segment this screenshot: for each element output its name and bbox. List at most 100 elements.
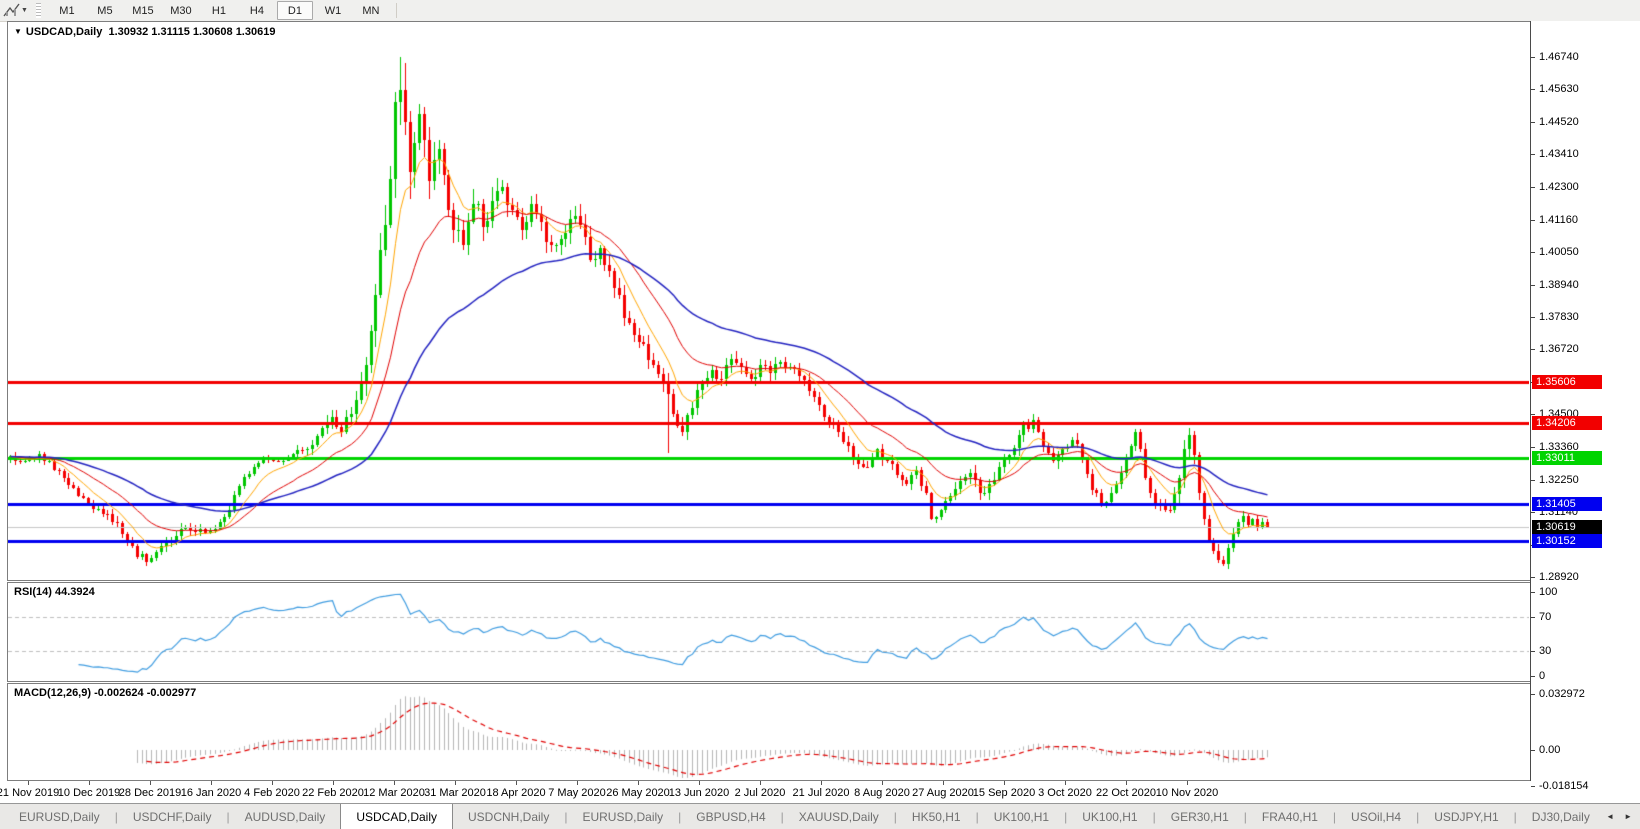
price-chart-canvas[interactable] [8, 22, 1529, 580]
axis-tick-mark [1531, 187, 1535, 188]
date-tick-mark [577, 781, 578, 785]
price-axis-tick: 1.32250 [1539, 474, 1579, 486]
tab-xauusd-daily[interactable]: XAUUSD,Daily [784, 804, 894, 829]
tab-usdjpy-h1[interactable]: USDJPY,H1 [1419, 804, 1513, 829]
tab-eurusd-daily[interactable]: EURUSD,Daily [4, 804, 115, 829]
tab-usdchf-daily[interactable]: USDCHF,Daily [118, 804, 227, 829]
price-axis-tick: 1.40050 [1539, 246, 1579, 258]
axis-tick-mark [1531, 317, 1535, 318]
tab-ger30-h1[interactable]: GER30,H1 [1156, 804, 1244, 829]
date-axis-label: 4 Feb 2020 [244, 787, 300, 799]
chart-title: ▼ USDCAD,Daily 1.30932 1.31115 1.30608 1.… [14, 26, 275, 38]
axis-tick-mark [1531, 617, 1535, 618]
tab-usdcnh-daily[interactable]: USDCNH,Daily [453, 804, 564, 829]
date-axis-label: 16 Jan 2020 [180, 787, 242, 799]
timeframe-button-h1[interactable]: H1 [201, 1, 237, 20]
tab-scroll-arrows: ◄ ► [1600, 804, 1640, 829]
rsi-value: 44.3924 [54, 586, 95, 598]
chart-tool-icon[interactable] [3, 3, 20, 18]
date-axis[interactable]: 21 Nov 2019 10 Dec 2019 28 Dec 2019 16 Jan … [0, 781, 1530, 803]
price-level-badge: 1.30152 [1532, 534, 1602, 548]
axis-tick-mark [1531, 349, 1535, 350]
timeframe-button-m5[interactable]: M5 [87, 1, 123, 20]
trading-platform-window: ▼ M1 M5 M15 M30 H1 H4 D1 W1 MN ▼ USDCAD,Daily 1.3… [0, 0, 1640, 829]
timeframe-button-m15[interactable]: M15 [125, 1, 161, 20]
axis-tick-mark [1531, 447, 1535, 448]
macd-chart-canvas[interactable] [8, 684, 1529, 780]
toolbar-separator [395, 3, 397, 18]
tab-fra40-h1[interactable]: FRA40,H1 [1247, 804, 1333, 829]
date-tick-mark [28, 781, 29, 785]
chart-ohlc-values: 1.30932 1.31115 1.30608 1.30619 [108, 26, 276, 38]
date-axis-label: 10 Nov 2020 [1155, 787, 1219, 799]
date-tick-mark [394, 781, 395, 785]
axis-tick-mark [1531, 750, 1535, 751]
axis-tick-mark [1531, 651, 1535, 652]
price-axis[interactable]: 1.46740 1.45630 1.44520 1.43410 1.42300 1.411… [1530, 21, 1640, 792]
date-tick-mark [150, 781, 151, 785]
date-axis-label: 12 Mar 2020 [363, 787, 425, 799]
tab-audusd-daily[interactable]: AUDUSD,Daily [230, 804, 341, 829]
date-axis-label: 15 Sep 2020 [972, 787, 1036, 799]
rsi-panel: RSI(14) 44.3924 [7, 582, 1530, 682]
chart-symbol-label: USDCAD,Daily [25, 26, 103, 38]
tab-scroll-left-icon[interactable]: ◄ [1606, 812, 1614, 821]
date-tick-mark [1187, 781, 1188, 785]
date-axis-label: 7 May 2020 [548, 787, 606, 799]
price-level-badge: 1.35606 [1532, 375, 1602, 389]
tab-usdcad-daily[interactable]: USDCAD,Daily [340, 804, 453, 829]
date-tick-mark [943, 781, 944, 785]
timeframe-button-m30[interactable]: M30 [163, 1, 199, 20]
date-tick-mark [760, 781, 761, 785]
date-axis-label: 27 Aug 2020 [912, 787, 974, 799]
macd-axis-tick: -0.018154 [1539, 780, 1589, 792]
timeframe-button-mn[interactable]: MN [353, 1, 389, 20]
date-tick-mark [516, 781, 517, 785]
rsi-axis-tick: 100 [1539, 586, 1558, 598]
date-tick-mark [821, 781, 822, 785]
tab-uk100-h1[interactable]: UK100,H1 [1067, 804, 1152, 829]
tab-usoil-h4[interactable]: USOil,H4 [1336, 804, 1416, 829]
timeframe-button-d1[interactable]: D1 [276, 1, 313, 20]
date-tick-mark [333, 781, 334, 785]
tab-hk50-h1[interactable]: HK50,H1 [897, 804, 976, 829]
date-axis-label: 22 Feb 2020 [302, 787, 364, 799]
toolbar-grip[interactable] [35, 3, 41, 18]
axis-tick-mark [1531, 252, 1535, 253]
collapse-triangle-icon[interactable]: ▼ [14, 27, 22, 36]
chart-tab-bar: EURUSD,Daily | USDCHF,Daily | AUDUSD,Daily US… [0, 803, 1640, 829]
price-axis-tick: 1.41160 [1539, 214, 1578, 226]
date-axis-label: 26 May 2020 [606, 787, 670, 799]
axis-tick-mark [1531, 786, 1535, 787]
timeframe-toolbar: ▼ M1 M5 M15 M30 H1 H4 D1 W1 MN [0, 0, 1640, 22]
tab-dj30-daily[interactable]: DJ30,Daily [1517, 804, 1605, 829]
date-tick-mark [1126, 781, 1127, 785]
rsi-label: RSI(14) 44.3924 [14, 586, 95, 598]
price-level-badge: 1.31405 [1532, 497, 1602, 511]
tab-gbpusd-h4[interactable]: GBPUSD,H4 [681, 804, 780, 829]
rsi-axis-tick: 70 [1539, 611, 1552, 623]
dropdown-caret-icon[interactable]: ▼ [21, 7, 28, 14]
date-tick-mark [455, 781, 456, 785]
rsi-axis-tick: 0 [1539, 670, 1546, 682]
price-axis-tick: 1.44520 [1539, 116, 1579, 128]
rsi-chart-canvas[interactable] [8, 583, 1529, 681]
axis-tick-mark [1531, 694, 1535, 695]
axis-tick-mark [1531, 414, 1535, 415]
timeframe-button-w1[interactable]: W1 [315, 1, 351, 20]
date-tick-mark [211, 781, 212, 785]
macd-axis-tick: 0.00 [1539, 744, 1561, 756]
price-axis-tick: 1.36720 [1539, 343, 1579, 355]
tab-eurusd-daily[interactable]: EURUSD,Daily [567, 804, 678, 829]
timeframe-button-h4[interactable]: H4 [239, 1, 275, 20]
timeframe-button-m1[interactable]: M1 [49, 1, 85, 20]
macd-label: MACD(12,26,9) -0.002624 -0.002977 [14, 687, 197, 699]
macd-axis-tick: 0.032972 [1539, 688, 1585, 700]
tab-uk100-h1[interactable]: UK100,H1 [979, 804, 1064, 829]
price-axis-tick: 1.43410 [1539, 148, 1579, 160]
date-tick-mark [89, 781, 90, 785]
tab-scroll-right-icon[interactable]: ► [1624, 812, 1632, 821]
date-axis-label: 21 Jul 2020 [792, 787, 850, 799]
rsi-axis-tick: 30 [1539, 645, 1552, 657]
axis-tick-mark [1531, 676, 1535, 677]
